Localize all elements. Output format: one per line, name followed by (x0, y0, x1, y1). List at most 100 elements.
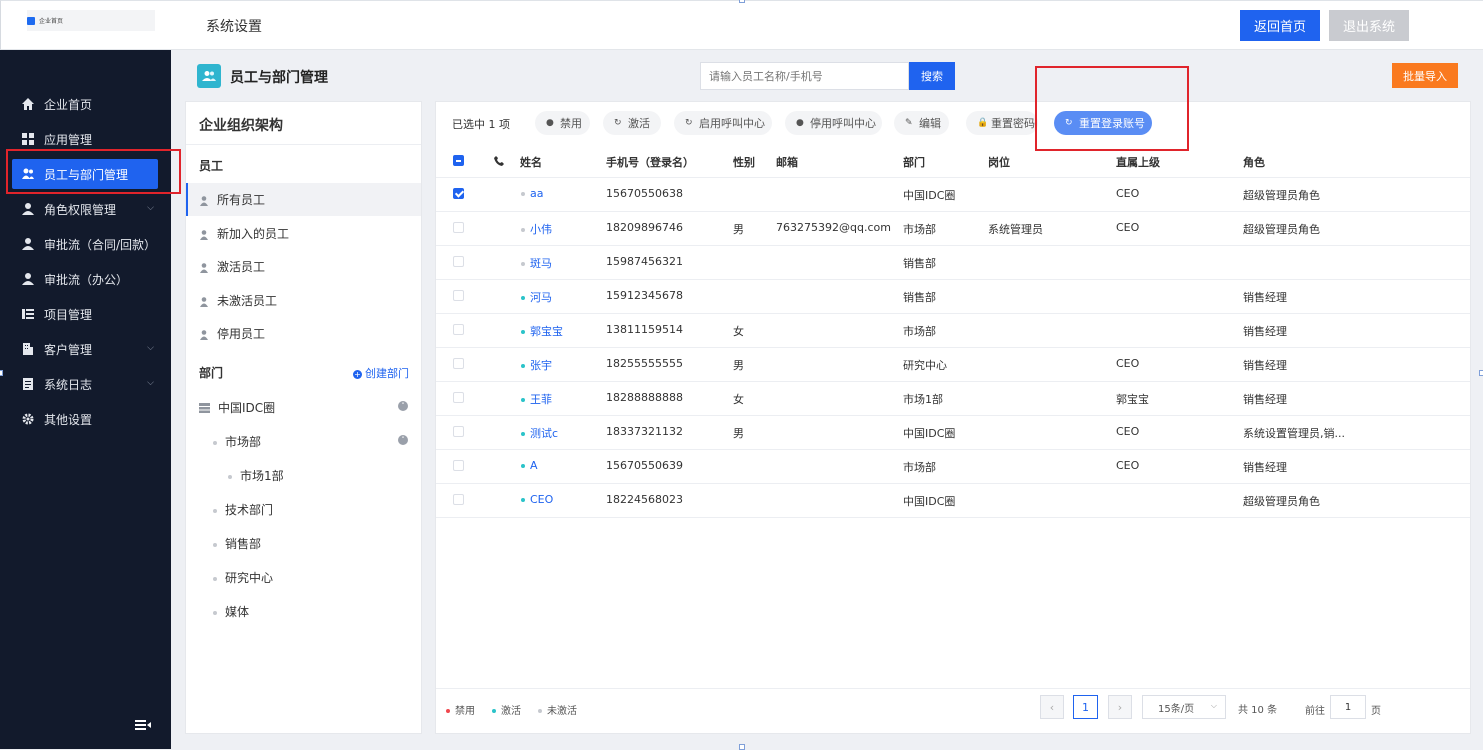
search-input[interactable] (700, 62, 909, 90)
sidebar-item-label: 其他设置 (44, 412, 93, 427)
action-button[interactable]: ↻ 激活 (603, 111, 661, 135)
footer-divider (436, 688, 1470, 689)
sidebar-item-10[interactable]: 其他设置 (12, 404, 158, 434)
employee-name: 郭宝宝 (530, 325, 563, 338)
action-button[interactable]: ✎ 编辑 (894, 111, 949, 135)
sidebar-item-1[interactable]: 企业首页 (12, 89, 158, 119)
action-label: 禁用 (560, 117, 582, 130)
employee-filter-item[interactable]: 新加入的员工 (186, 217, 421, 250)
action-button[interactable]: 🔒 重置密码 (966, 111, 1038, 135)
employee-filter-item[interactable]: 激活员工 (186, 250, 421, 283)
action-button[interactable]: ● 禁用 (535, 111, 590, 135)
department-node[interactable]: 市场1部 (228, 467, 284, 484)
employee-filter-item[interactable]: 停用员工 (186, 317, 421, 350)
document-icon (22, 378, 34, 390)
col-header-email[interactable]: 邮箱 (776, 154, 798, 170)
annotation-highlight-reset-account (1035, 66, 1189, 151)
sidebar-item-7[interactable]: 项目管理 (12, 299, 158, 329)
action-button[interactable]: ● 停用呼叫中心 (785, 111, 882, 135)
create-department-button[interactable]: + 创建部门 (353, 365, 409, 381)
ban-icon: ● (796, 118, 804, 128)
department-node[interactable]: 销售部 (213, 535, 261, 552)
employee-name-link[interactable]: 斑马 (521, 255, 552, 271)
sidebar-item-9[interactable]: 系统日志 ⌵ (12, 369, 158, 399)
status-dot (521, 228, 525, 232)
row-checkbox[interactable] (453, 358, 464, 369)
batch-import-button[interactable]: 批量导入 (1392, 63, 1458, 88)
home-button[interactable]: 返回首页 (1240, 10, 1320, 41)
status-dot (521, 398, 525, 402)
collapse-sidebar-icon[interactable] (135, 719, 151, 735)
cell-dept: 市场部 (903, 223, 936, 236)
employee-name-link[interactable]: CEO (521, 493, 553, 506)
row-checkbox[interactable] (453, 460, 464, 471)
cell-gender: 女 (733, 325, 744, 338)
department-node[interactable]: 研究中心 (213, 569, 273, 586)
employee-name-link[interactable]: 测试c (521, 425, 558, 441)
row-checkbox[interactable] (453, 494, 464, 505)
next-page-button[interactable]: › (1108, 695, 1132, 719)
exit-button[interactable]: 退出系统 (1329, 10, 1409, 41)
sidebar-item-6[interactable]: 审批流（办公） (12, 264, 158, 294)
department-node[interactable]: 中国IDC圈 (199, 399, 275, 416)
col-header-leader[interactable]: 直属上级 (1116, 154, 1160, 170)
row-divider (436, 245, 1470, 246)
action-label: 停用呼叫中心 (810, 117, 876, 130)
employee-name-link[interactable]: aa (521, 187, 543, 200)
action-label: 启用呼叫中心 (699, 117, 765, 130)
search-button[interactable]: 搜索 (909, 62, 955, 90)
sidebar-item-5[interactable]: 审批流（合同/回款） (12, 229, 158, 259)
department-label: 媒体 (225, 605, 250, 619)
prev-page-button[interactable]: ‹ (1040, 695, 1064, 719)
tree-dot (213, 508, 217, 513)
row-checkbox[interactable] (453, 426, 464, 437)
department-node[interactable]: 市场部 (213, 433, 261, 450)
employee-name-link[interactable]: 王菲 (521, 391, 552, 407)
select-all-checkbox[interactable] (453, 155, 464, 166)
row-checkbox[interactable] (453, 392, 464, 403)
department-label: 市场1部 (240, 469, 284, 483)
col-header-name[interactable]: 姓名 (520, 154, 542, 170)
employee-filter-label: 激活员工 (217, 260, 266, 274)
department-node[interactable]: 媒体 (213, 603, 249, 620)
row-checkbox[interactable] (453, 256, 464, 267)
employee-name-link[interactable]: 张宇 (521, 357, 552, 373)
lock-icon: 🔒 (977, 118, 989, 128)
employee-name-link[interactable]: 河马 (521, 289, 552, 305)
action-button[interactable]: ↻ 启用呼叫中心 (674, 111, 772, 135)
row-checkbox[interactable] (453, 324, 464, 335)
status-dot (521, 432, 525, 436)
edit-icon: ✎ (905, 118, 913, 128)
employee-filter-item[interactable]: 未激活员工 (186, 284, 421, 317)
current-page[interactable]: 1 (1073, 695, 1098, 719)
col-header-phone[interactable]: 手机号（登录名） (606, 154, 694, 170)
sidebar-item-4[interactable]: 角色权限管理 ⌵ (12, 194, 158, 224)
logo-mark-icon (27, 16, 35, 25)
status-dot (521, 364, 525, 368)
company-logo[interactable]: 企业首页 (27, 10, 155, 31)
employee-name-link[interactable]: A (521, 459, 538, 472)
employee-name: 斑马 (530, 257, 552, 270)
col-header-gender[interactable]: 性别 (733, 154, 755, 170)
col-header-post[interactable]: 岗位 (988, 154, 1010, 170)
sidebar-item-8[interactable]: 客户管理 ⌵ (12, 334, 158, 364)
row-checkbox[interactable] (453, 290, 464, 301)
page-title: 系统设置 (206, 19, 262, 35)
employee-filter-item[interactable]: 所有员工 (186, 183, 421, 216)
status-dot (521, 262, 525, 266)
department-label: 销售部 (225, 537, 262, 551)
cell-leader: CEO (1116, 357, 1140, 370)
page-size-select[interactable]: 15条/页 ⌵ (1142, 695, 1226, 719)
goto-page-input[interactable] (1330, 695, 1366, 719)
department-node[interactable]: 技术部门 (213, 501, 273, 518)
employee-name-link[interactable]: 郭宝宝 (521, 323, 563, 339)
employee-name-link[interactable]: 小伟 (521, 221, 552, 237)
col-header-role[interactable]: 角色 (1243, 154, 1265, 170)
collapse-chevron-icon[interactable]: ˄ (398, 435, 408, 445)
legend-label: 禁用 (455, 706, 475, 717)
col-header-dept[interactable]: 部门 (903, 154, 925, 170)
row-checkbox[interactable] (453, 222, 464, 233)
row-divider (436, 211, 1470, 212)
row-checkbox[interactable] (453, 188, 464, 199)
collapse-chevron-icon[interactable]: ˄ (398, 401, 408, 411)
